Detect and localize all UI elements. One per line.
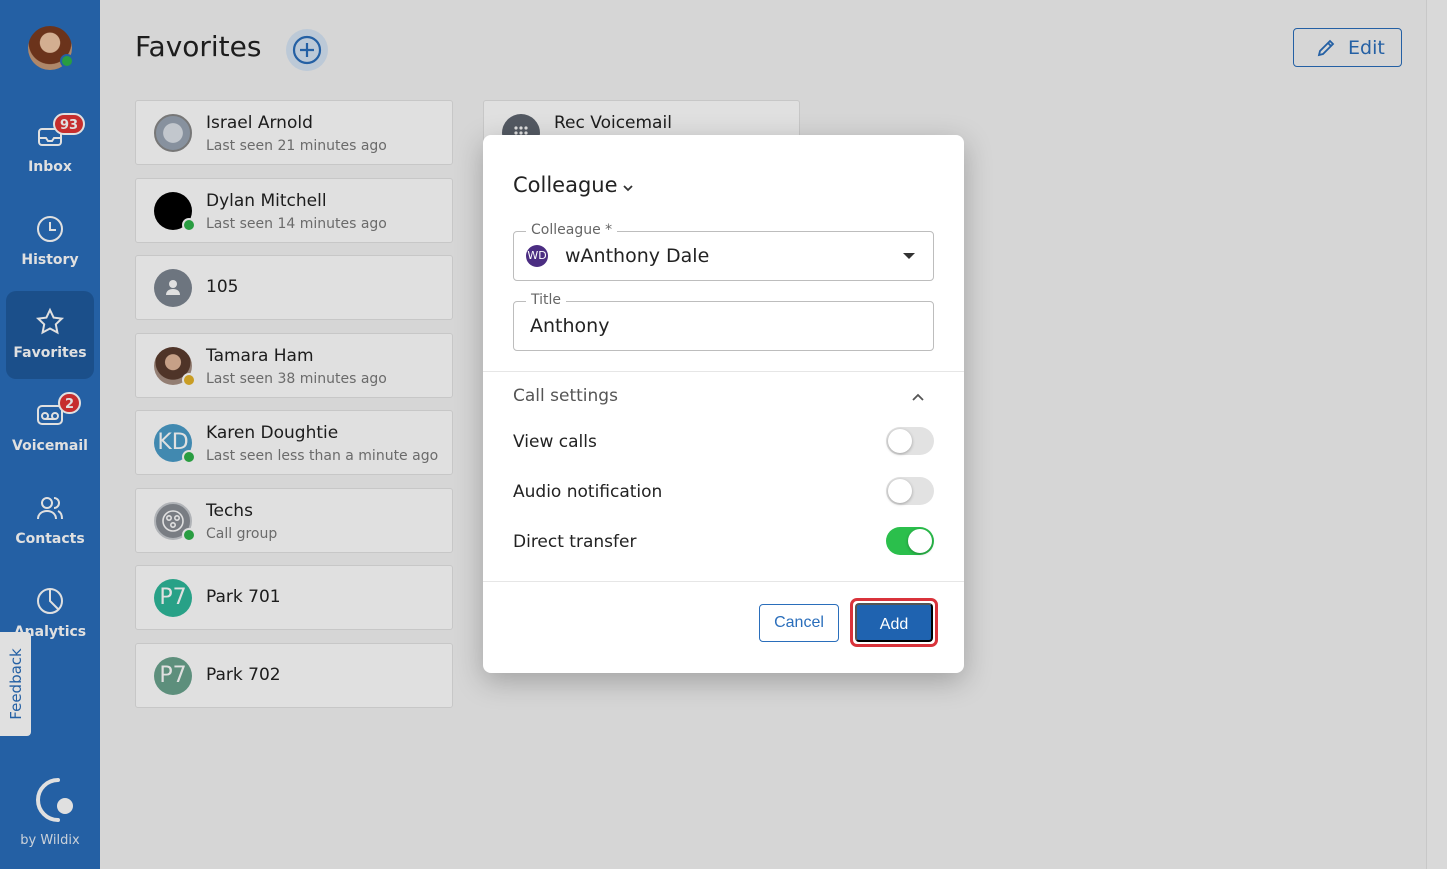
colleague-select[interactable]: Colleague * WD wAnthony Dale bbox=[513, 222, 934, 281]
chevron-up-icon[interactable] bbox=[911, 391, 925, 403]
colleague-avatar: WD bbox=[526, 245, 548, 267]
call-settings-title: Call settings bbox=[513, 386, 618, 406]
add-button-highlight: Add bbox=[850, 598, 938, 647]
caret-down-icon bbox=[903, 253, 915, 259]
colleague-value: wAnthony Dale bbox=[565, 245, 710, 267]
view-calls-toggle[interactable] bbox=[886, 427, 934, 455]
divider bbox=[483, 581, 964, 582]
add-favorite-dialog: Colleague Colleague * WD wAnthony Dale T… bbox=[483, 135, 964, 673]
audio-notification-label: Audio notification bbox=[513, 482, 663, 502]
favorite-type-selector[interactable]: Colleague bbox=[513, 173, 633, 197]
colleague-field-label: Colleague * bbox=[526, 222, 618, 238]
view-calls-label: View calls bbox=[513, 432, 597, 452]
title-field[interactable]: Title Anthony bbox=[513, 292, 934, 351]
direct-transfer-toggle[interactable] bbox=[886, 527, 934, 555]
add-button[interactable]: Add bbox=[855, 603, 933, 642]
title-field-label: Title bbox=[526, 292, 567, 308]
audio-notification-toggle[interactable] bbox=[886, 477, 934, 505]
title-value: Anthony bbox=[530, 315, 610, 337]
chevron-down-icon bbox=[623, 185, 633, 192]
favorite-type-label: Colleague bbox=[513, 173, 618, 197]
direct-transfer-label: Direct transfer bbox=[513, 532, 637, 552]
cancel-button[interactable]: Cancel bbox=[759, 604, 839, 642]
divider bbox=[483, 371, 964, 372]
